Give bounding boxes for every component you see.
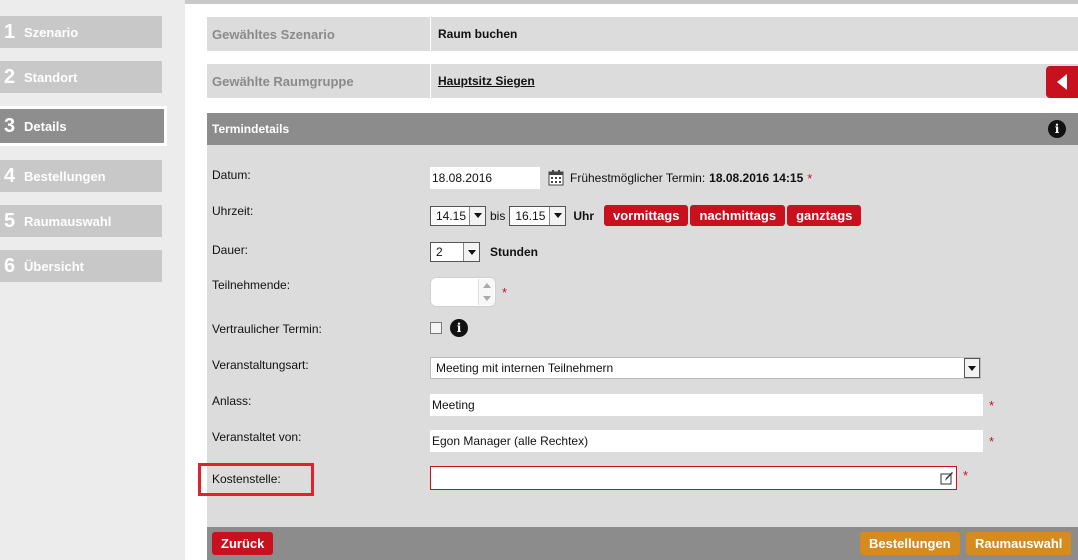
time-unit: Uhr [573, 208, 595, 223]
time-to-value: 16.15 [515, 208, 546, 223]
time-control: 14.15 bis 16.15 Uhr vormittags nachmitta… [430, 205, 862, 226]
selected-scenario-value: Raum buchen [438, 27, 518, 41]
step-number: 6 [4, 254, 16, 277]
details-title: Termindetails [212, 122, 290, 136]
increment-icon[interactable] [478, 279, 494, 292]
confidential-label: Vertraulicher Termin: [212, 322, 322, 336]
highlight-box [198, 463, 314, 496]
afternoon-button[interactable]: nachmittags [690, 205, 786, 226]
step-label: Details [24, 118, 67, 134]
step-number: 3 [4, 114, 16, 137]
required-mark: * [807, 170, 813, 186]
decrement-icon[interactable] [478, 292, 494, 305]
step-number: 4 [4, 164, 16, 187]
info-icon[interactable]: i [450, 319, 468, 337]
roomselect-button[interactable]: Raumauswahl [966, 532, 1072, 555]
step-raumauswahl[interactable]: 5 Raumauswahl [0, 205, 162, 237]
back-button[interactable]: Zurück [212, 532, 274, 555]
main-panel: Gewähltes Szenario Raum buchen Gewählte … [185, 4, 1078, 560]
participants-control: * [430, 277, 507, 307]
eventtype-label: Veranstaltungsart: [212, 358, 309, 372]
eventtype-value: Meeting mit internen Teilnehmern [436, 361, 614, 375]
eventtype-select[interactable]: Meeting mit internen Teilnehmern [430, 357, 981, 379]
occasion-control: Meeting * [430, 394, 994, 416]
earliest-date-label: Frühestmöglicher Termin: [570, 171, 706, 185]
occasion-label: Anlass: [212, 394, 252, 408]
step-navigation: 1 Szenario 2 Standort 3 Details 4 Bestel… [0, 0, 185, 560]
step-standort[interactable]: 2 Standort [0, 61, 162, 93]
time-to-select[interactable]: 16.15 [509, 205, 567, 226]
step-szenario[interactable]: 1 Szenario [0, 16, 162, 48]
selected-roomgroup-link[interactable]: Hauptsitz Siegen [431, 74, 535, 88]
required-mark: * [989, 397, 995, 413]
step-label: Raumauswahl [24, 213, 112, 229]
organizer-label: Veranstaltet von: [212, 430, 302, 444]
step-label: Übersicht [24, 258, 84, 274]
step-label: Standort [24, 69, 78, 85]
time-separator: bis [490, 208, 506, 223]
costcenter-input[interactable] [430, 466, 957, 490]
step-details[interactable]: 3 Details [0, 106, 167, 146]
step-label: Szenario [24, 24, 79, 40]
selected-roomgroup-row: Gewählte Raumgruppe Hauptsitz Siegen [207, 64, 1078, 98]
step-bestellungen[interactable]: 4 Bestellungen [0, 160, 162, 192]
required-mark: * [963, 467, 969, 483]
step-number: 1 [4, 20, 16, 43]
earliest-date-value: 18.08.2016 14:15 [709, 171, 804, 185]
duration-value: 2 [436, 245, 443, 259]
footer-bar: Zurück Bestellungen Raumauswahl [207, 527, 1078, 560]
details-header: Termindetails i [207, 113, 1078, 145]
duration-control: 2 Stunden [430, 242, 538, 262]
confidential-checkbox[interactable] [430, 322, 442, 334]
info-icon[interactable]: i [1048, 120, 1066, 138]
time-label: Uhrzeit: [212, 204, 254, 218]
required-mark: * [502, 284, 508, 300]
step-label: Bestellungen [24, 168, 106, 184]
duration-unit: Stunden [490, 245, 538, 259]
step-uebersicht[interactable]: 6 Übersicht [0, 250, 162, 282]
required-mark: * [989, 433, 995, 449]
costcenter-control: * [430, 466, 968, 490]
participants-spinner[interactable] [430, 277, 496, 307]
orders-button[interactable]: Bestellungen [860, 532, 960, 555]
selected-scenario-label: Gewähltes Szenario [207, 17, 431, 51]
confidential-control: i [430, 319, 468, 337]
selected-roomgroup-label: Gewählte Raumgruppe [207, 64, 431, 98]
date-input[interactable]: 18.08.2016 [430, 167, 540, 189]
date-control: 18.08.2016 Frühestmöglicher Termin: 18.0… [430, 167, 812, 189]
time-from-value: 14.15 [436, 208, 467, 223]
organizer-input[interactable]: Egon Manager (alle Rechtex) [430, 430, 983, 452]
collapse-arrow-button[interactable] [1046, 66, 1078, 98]
selected-scenario-row: Gewähltes Szenario Raum buchen [207, 17, 1078, 51]
step-number: 5 [4, 209, 16, 232]
organizer-control: Egon Manager (alle Rechtex) * [430, 430, 994, 452]
duration-label: Dauer: [212, 243, 249, 257]
edit-icon[interactable] [940, 471, 954, 485]
morning-button[interactable]: vormittags [604, 205, 689, 226]
occasion-input[interactable]: Meeting [430, 394, 983, 416]
arrow-left-icon [1057, 74, 1067, 90]
date-label: Datum: [212, 168, 251, 182]
time-from-select[interactable]: 14.15 [430, 205, 486, 226]
duration-select[interactable]: 2 [430, 242, 480, 262]
step-number: 2 [4, 65, 16, 88]
calendar-icon[interactable] [548, 170, 564, 186]
participants-label: Teilnehmende: [212, 278, 291, 292]
details-panel: Termindetails i Datum: 18.08.2016 Frühes… [207, 113, 1078, 527]
eventtype-control: Meeting mit internen Teilnehmern [430, 357, 981, 379]
allday-button[interactable]: ganztags [787, 205, 862, 226]
